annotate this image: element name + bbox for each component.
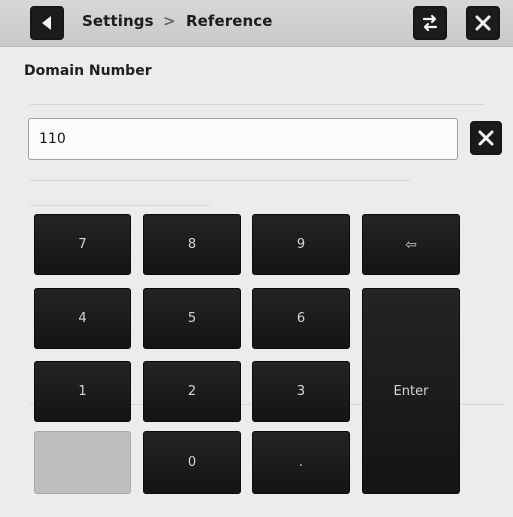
key-label: 3 xyxy=(296,384,306,399)
key-1-button[interactable]: 1 xyxy=(34,361,131,422)
key-label: 2 xyxy=(187,384,197,399)
key-label: 0 xyxy=(187,455,197,470)
key-label: 6 xyxy=(296,311,306,326)
negative-sign-button: - xyxy=(34,431,131,494)
key-label: 5 xyxy=(187,311,197,326)
key-label: - xyxy=(80,455,85,470)
key-5-button[interactable]: 5 xyxy=(143,288,241,349)
key-2-button[interactable]: 2 xyxy=(143,361,241,422)
key-label: Enter xyxy=(393,383,429,399)
key-4-button[interactable]: 4 xyxy=(34,288,131,349)
key-6-button[interactable]: 6 xyxy=(252,288,350,349)
key-label: 8 xyxy=(187,237,197,252)
enter-button[interactable]: Enter xyxy=(362,288,460,494)
key-label: 4 xyxy=(78,311,87,326)
key-label: 1 xyxy=(78,384,87,399)
key-9-button[interactable]: 9 xyxy=(252,214,350,275)
key-label: 7 xyxy=(78,237,87,252)
reference-settings-screen: Settings > Reference Domain Number 7 8 xyxy=(0,0,513,517)
key-3-button[interactable]: 3 xyxy=(252,361,350,422)
backspace-button[interactable]: ⇦ xyxy=(362,214,460,275)
decimal-point-button[interactable]: . xyxy=(252,431,350,494)
key-0-button[interactable]: 0 xyxy=(143,431,241,494)
key-label: 9 xyxy=(296,237,306,252)
key-8-button[interactable]: 8 xyxy=(143,214,241,275)
backspace-icon: ⇦ xyxy=(405,236,417,253)
numeric-keypad: 7 8 9 ⇦ 4 5 6 1 2 3 Enter - 0 . xyxy=(0,0,513,517)
key-label: . xyxy=(298,455,304,470)
key-7-button[interactable]: 7 xyxy=(34,214,131,275)
